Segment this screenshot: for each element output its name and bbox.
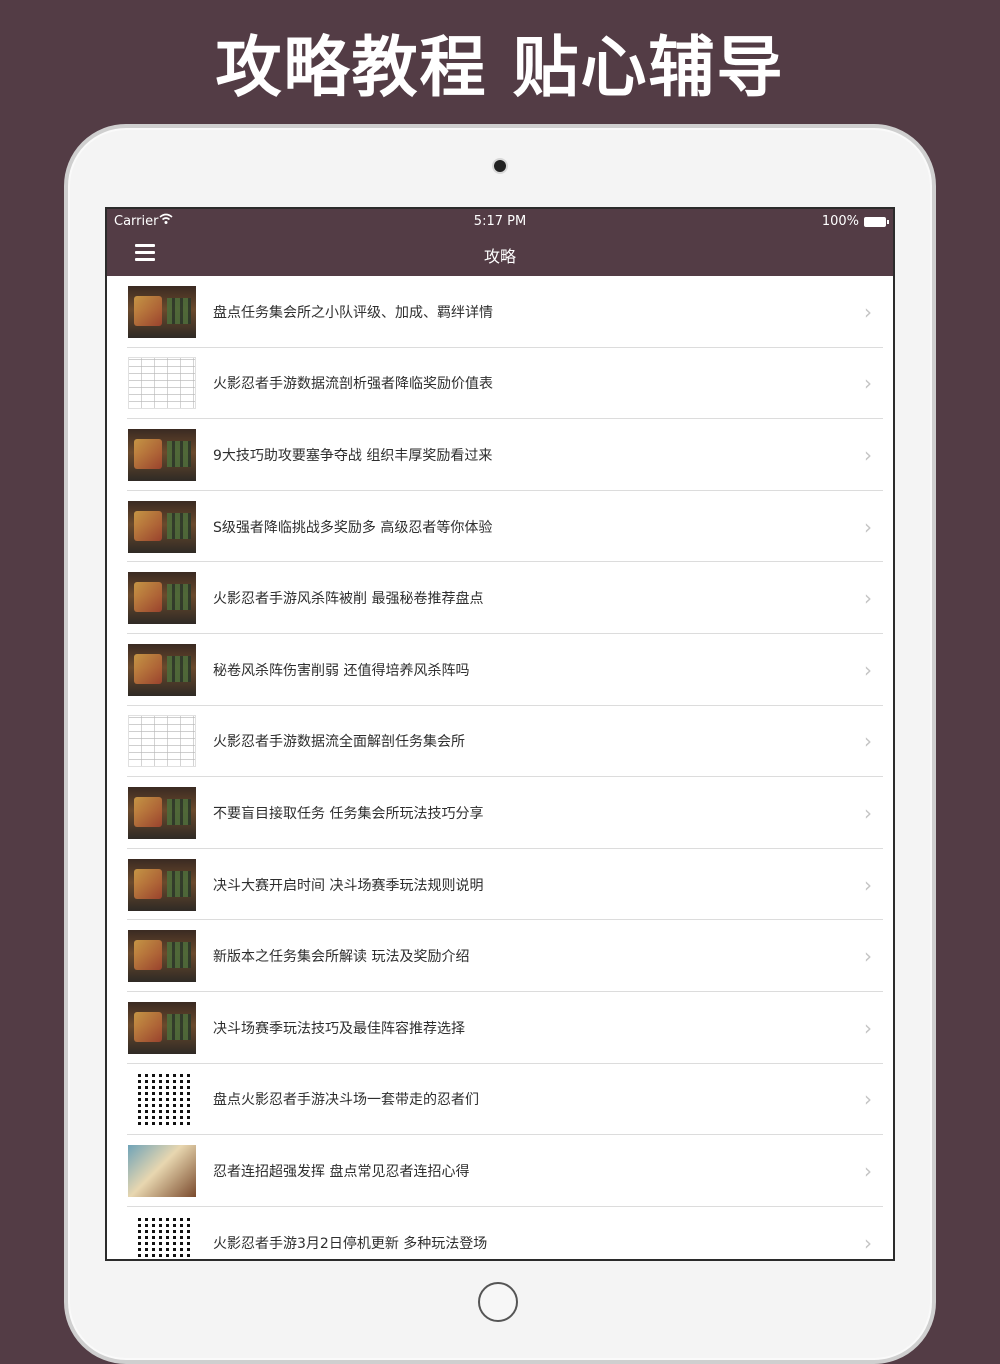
list-item[interactable]: 忍者连招超强发挥 盘点常见忍者连招心得 › xyxy=(107,1135,893,1207)
article-title: 盘点任务集会所之小队评级、加成、羁绊详情 xyxy=(213,304,493,321)
article-thumbnail xyxy=(134,1073,190,1126)
article-thumbnail xyxy=(134,1216,190,1259)
home-button[interactable] xyxy=(478,1282,518,1322)
chevron-right-icon: › xyxy=(864,299,872,324)
list-item[interactable]: 火影忍者手游数据流剖析强者降临奖励价值表 › xyxy=(107,348,893,420)
top-bar: Carrier 5:17 PM 100% 攻略 xyxy=(107,209,893,276)
article-title: 火影忍者手游风杀阵被削 最强秘卷推荐盘点 xyxy=(213,591,484,608)
article-title: 火影忍者手游数据流全面解剖任务集会所 xyxy=(213,734,465,751)
status-time: 5:17 PM xyxy=(473,214,527,229)
chevron-right-icon: › xyxy=(864,586,872,611)
article-title: 秘卷风杀阵伤害削弱 还值得培养风杀阵吗 xyxy=(213,662,470,679)
promo-headline: 攻略教程 贴心辅导 xyxy=(215,29,785,106)
list-item[interactable]: 盘点任务集会所之小队评级、加成、羁绊详情 › xyxy=(107,276,893,348)
chevron-right-icon: › xyxy=(864,1015,872,1040)
chevron-right-icon: › xyxy=(864,1158,872,1183)
chevron-right-icon: › xyxy=(864,1087,872,1112)
list-item[interactable]: 火影忍者手游风杀阵被削 最强秘卷推荐盘点 › xyxy=(107,562,893,634)
list-item[interactable]: 决斗大赛开启时间 决斗场赛季玩法规则说明 › xyxy=(107,849,893,921)
article-list: 盘点任务集会所之小队评级、加成、羁绊详情 › 火影忍者手游数据流剖析强者降临奖励价值… xyxy=(107,276,893,1259)
article-title: 火影忍者手游数据流剖析强者降临奖励价值表 xyxy=(213,376,493,393)
list-item[interactable]: 火影忍者手游数据流全面解剖任务集会所 › xyxy=(107,706,893,778)
list-item[interactable]: 不要盲目接取任务 任务集会所玩法技巧分享 › xyxy=(107,777,893,849)
battery-percent: 100% xyxy=(821,214,859,229)
article-thumbnail xyxy=(128,1001,196,1054)
chevron-right-icon: › xyxy=(864,872,872,897)
article-title: 忍者连招超强发挥 盘点常见忍者连招心得 xyxy=(213,1163,470,1180)
article-thumbnail xyxy=(128,285,196,338)
chevron-right-icon: › xyxy=(864,800,872,825)
article-title: 火影忍者手游3月2日停机更新 多种玩法登场 xyxy=(213,1235,488,1252)
list-item[interactable]: 决斗场赛季玩法技巧及最佳阵容推荐选择 › xyxy=(107,992,893,1064)
status-bar: Carrier 5:17 PM 100% xyxy=(107,213,893,232)
article-thumbnail xyxy=(128,428,196,481)
chevron-right-icon: › xyxy=(864,944,872,969)
article-title: 决斗大赛开启时间 决斗场赛季玩法规则说明 xyxy=(213,877,484,894)
camera-icon xyxy=(494,160,506,172)
article-title: 9大技巧助攻要塞争夺战 组织丰厚奖励看过来 xyxy=(213,447,493,464)
list-item[interactable]: 盘点火影忍者手游决斗场一套带走的忍者们 › xyxy=(107,1064,893,1136)
article-thumbnail xyxy=(128,786,196,839)
list-item[interactable]: 秘卷风杀阵伤害削弱 还值得培养风杀阵吗 › xyxy=(107,634,893,706)
article-thumbnail xyxy=(128,715,196,768)
article-thumbnail xyxy=(128,1144,196,1197)
chevron-right-icon: › xyxy=(864,657,872,682)
chevron-right-icon: › xyxy=(864,729,872,754)
chevron-right-icon: › xyxy=(864,442,872,467)
app-screen: Carrier 5:17 PM 100% 攻略 盘点任务集会所之小队评级、加成、… xyxy=(105,207,895,1261)
list-item[interactable]: 9大技巧助攻要塞争夺战 组织丰厚奖励看过来 › xyxy=(107,419,893,491)
battery-icon xyxy=(864,217,889,227)
chevron-right-icon: › xyxy=(864,371,872,396)
nav-title: 攻略 xyxy=(483,247,516,266)
article-thumbnail xyxy=(128,930,196,983)
article-thumbnail xyxy=(128,858,196,911)
article-title: 决斗场赛季玩法技巧及最佳阵容推荐选择 xyxy=(213,1020,465,1037)
list-item[interactable]: S级强者降临挑战多奖励多 高级忍者等你体验 › xyxy=(107,491,893,563)
article-title: 不要盲目接取任务 任务集会所玩法技巧分享 xyxy=(213,805,484,822)
article-thumbnail xyxy=(128,500,196,553)
article-thumbnail xyxy=(128,357,196,410)
article-title: 盘点火影忍者手游决斗场一套带走的忍者们 xyxy=(213,1092,479,1109)
list-item[interactable]: 新版本之任务集会所解读 玩法及奖励介绍 › xyxy=(107,920,893,992)
article-thumbnail xyxy=(128,643,196,696)
list-item[interactable]: 火影忍者手游3月2日停机更新 多种玩法登场 › xyxy=(107,1207,893,1259)
article-title: 新版本之任务集会所解读 玩法及奖励介绍 xyxy=(213,949,470,966)
article-title: S级强者降临挑战多奖励多 高级忍者等你体验 xyxy=(213,519,493,536)
chevron-right-icon: › xyxy=(864,514,872,539)
chevron-right-icon: › xyxy=(864,1230,872,1255)
article-thumbnail xyxy=(128,572,196,625)
